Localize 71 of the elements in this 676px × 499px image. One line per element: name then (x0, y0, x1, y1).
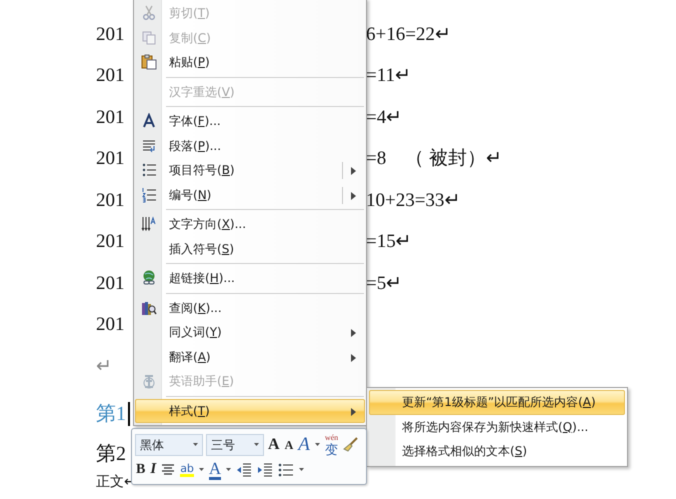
scissors-icon (141, 5, 157, 22)
line-text: 201 (96, 313, 124, 337)
caret-icon (254, 443, 259, 446)
line-text: 10+23=33↵ (366, 188, 460, 212)
menu-item[interactable]: 选择格式相似的文本(S) (369, 439, 625, 464)
outdent-icon[interactable] (235, 462, 254, 476)
line-text: 201 (96, 272, 124, 296)
paste-icon (141, 54, 157, 70)
line-text: 201 (96, 147, 124, 171)
submenu-arrow-icon (351, 167, 356, 175)
heading-text: 第2 (96, 442, 126, 466)
books-magnifier-icon (141, 300, 157, 316)
caret-icon (193, 443, 198, 446)
menu-item[interactable]: 查阅(K)... (135, 296, 365, 320)
line-text: =15↵ (366, 230, 412, 254)
menu-item[interactable]: 将所选内容保存为新快速样式(Q)... (369, 414, 625, 439)
caret-icon (226, 468, 232, 471)
shrink-font-button[interactable]: A (284, 438, 294, 450)
numbered-list-icon (141, 186, 157, 203)
text-direction-icon (141, 216, 157, 232)
font-size-combo[interactable]: 三号 (206, 434, 264, 456)
submenu-arrow-icon (351, 329, 356, 337)
text-cursor (128, 402, 130, 426)
line-text: =11↵ (366, 64, 412, 88)
submenu-arrow-icon (351, 354, 356, 362)
line-text: 201 (96, 230, 124, 254)
line-text: 201 (96, 106, 124, 130)
highlight-button[interactable]: ab (179, 462, 205, 476)
line-text: =5↵ (366, 272, 402, 296)
globe-link-icon (141, 270, 157, 286)
grow-font-button[interactable]: A (267, 436, 281, 452)
font-name-combo[interactable]: 黑体 (135, 434, 203, 456)
menu-item[interactable]: 项目符号(B) (135, 158, 365, 182)
caret-icon (299, 468, 304, 471)
line-text: 201 (96, 188, 124, 212)
line-text: 201 (96, 64, 124, 88)
font-color-button[interactable]: A (208, 460, 232, 480)
menu-item[interactable]: 文字方向(X)... (135, 212, 365, 236)
bullet-list-icon (141, 162, 157, 178)
heading-text: 第1 (96, 402, 126, 426)
line-text: 201 (96, 22, 124, 46)
menu-item[interactable]: 粘贴(P) (135, 50, 365, 74)
menu-item[interactable]: 翻译(A) (135, 344, 365, 369)
menu-item[interactable]: 编号(N) (135, 182, 365, 207)
caret-icon (198, 468, 204, 471)
brush-icon[interactable] (342, 436, 360, 452)
menu-item[interactable]: 超链接(H)... (135, 266, 365, 290)
menu-item[interactable]: 段落(P)... (135, 134, 365, 158)
paragraph-mark: ↵ (96, 354, 112, 378)
submenu-arrow-icon (351, 192, 356, 200)
line-text: =4↵ (366, 106, 402, 130)
submenu-arrow-icon (351, 408, 356, 416)
bold-button[interactable]: B (135, 462, 146, 476)
bullet-list-icon[interactable] (277, 462, 306, 476)
styles-button[interactable]: A (297, 435, 321, 454)
font-icon (141, 113, 157, 130)
menu-item[interactable]: 更新“第1级标题”以匹配所选内容(A) (369, 390, 625, 414)
book-icon (141, 373, 157, 390)
paragraph-icon (141, 138, 157, 154)
align-center-icon[interactable] (160, 462, 176, 476)
menu-item[interactable]: 字体(F)... (135, 109, 365, 134)
italic-button[interactable]: I (149, 462, 158, 477)
copy-icon (141, 30, 157, 46)
menu-item[interactable]: 样式(T) (135, 398, 365, 423)
line-text: 6+16=22↵ (366, 22, 451, 46)
menu-item[interactable]: 插入符号(S) (135, 236, 365, 261)
phonetic-guide-button[interactable]: wén 变 (324, 434, 340, 456)
line-text: =8 （ 被封）↵ (366, 147, 502, 171)
caret-icon (314, 443, 320, 446)
menu-item[interactable]: 同义词(Y) (135, 320, 365, 344)
indent-icon[interactable] (256, 462, 274, 476)
